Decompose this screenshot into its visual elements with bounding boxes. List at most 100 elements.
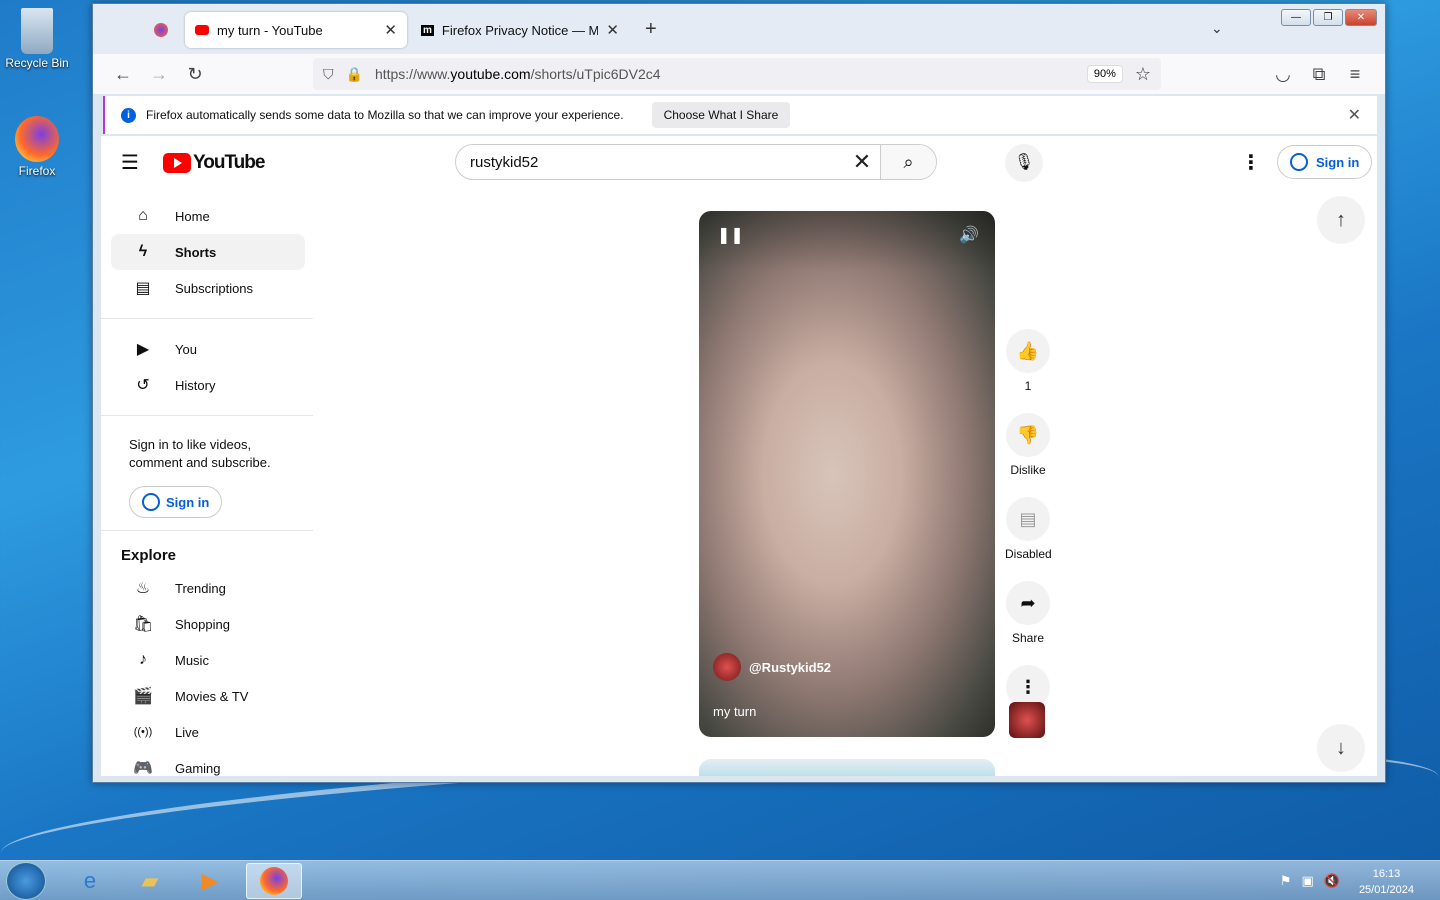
volume-muted-icon[interactable]: 🔇 xyxy=(1324,873,1340,889)
channel-info[interactable]: @Rustykid52 xyxy=(713,653,831,681)
taskbar-explorer-folder-icon[interactable]: ▰ xyxy=(122,863,178,899)
live-broadcast-icon: ((•)) xyxy=(133,726,153,738)
shopping-bag-icon: 🛍 xyxy=(133,616,154,633)
url-domain: youtube.com xyxy=(450,66,531,82)
network-icon[interactable]: ▣ xyxy=(1302,873,1314,889)
sidebar-item-live[interactable]: ((•)) Live xyxy=(111,714,305,750)
shield-icon[interactable]: ⛉ xyxy=(323,66,334,83)
window-controls: — ❐ ✕ xyxy=(1281,9,1377,26)
thumbs-up-icon[interactable]: 👍 xyxy=(1006,329,1050,373)
sidebar-item-shorts[interactable]: ϟ Shorts xyxy=(111,234,305,270)
close-notice-icon[interactable]: ✕ xyxy=(1348,105,1361,125)
close-tab-icon[interactable]: ✕ xyxy=(606,21,619,39)
close-tab-icon[interactable]: ✕ xyxy=(384,21,397,39)
tab-youtube[interactable]: my turn - YouTube ✕ xyxy=(185,12,407,48)
next-short-preview[interactable] xyxy=(699,759,995,776)
back-icon[interactable]: ← xyxy=(105,64,141,85)
account-circle-icon xyxy=(142,493,160,511)
forward-icon[interactable]: → xyxy=(141,64,177,85)
sidebar-item-music[interactable]: ♪ Music xyxy=(111,642,305,678)
next-short-down-arrow-icon[interactable]: ↓ xyxy=(1317,724,1365,772)
menu-icon[interactable]: ≡ xyxy=(1337,64,1373,85)
gamepad-icon: 🎮 xyxy=(133,760,153,776)
comments-action[interactable]: ▤ Disabled xyxy=(1005,497,1052,561)
list-tabs-chevron-icon[interactable]: ⌄ xyxy=(1211,20,1223,37)
sidebar-label: Live xyxy=(175,724,199,740)
close-window-button[interactable]: ✕ xyxy=(1345,9,1377,26)
youtube-logo-text: YouTube xyxy=(193,152,265,173)
voice-search-mic-icon[interactable]: 🎙 xyxy=(1005,144,1043,182)
sidebar-item-history[interactable]: ↺ History xyxy=(111,367,305,403)
recycle-bin-desktop-icon[interactable]: Recycle Bin xyxy=(2,8,72,70)
share-action[interactable]: ➦ Share xyxy=(1005,581,1051,645)
pause-icon[interactable]: ❚❚ xyxy=(717,225,744,245)
sidebar-item-shopping[interactable]: 🛍 Shopping xyxy=(111,606,305,642)
sidebar-label: Home xyxy=(175,208,210,224)
sidebar-label: You xyxy=(175,341,197,357)
volume-icon[interactable]: 🔊 xyxy=(959,225,979,245)
sign-in-prompt-text: Sign in to like videos, comment and subs… xyxy=(129,437,271,470)
search-box[interactable]: rustykid52 ✕ ⌕ xyxy=(455,144,937,180)
taskbar-firefox-icon[interactable] xyxy=(246,863,302,899)
lock-icon[interactable]: 🔒 xyxy=(346,66,363,83)
maximize-button[interactable]: ❐ xyxy=(1313,9,1343,26)
sidebar-divider xyxy=(101,530,313,531)
taskbar-clock[interactable]: 16:13 25/01/2024 xyxy=(1359,866,1414,898)
tab-pinned-firefox[interactable] xyxy=(139,12,183,48)
share-arrow-icon[interactable]: ➦ xyxy=(1006,581,1050,625)
guide-menu-icon[interactable]: ☰ xyxy=(121,150,139,175)
like-action[interactable]: 👍 1 xyxy=(1005,329,1051,393)
settings-more-icon[interactable]: ⋮ xyxy=(1241,150,1261,175)
like-count: 1 xyxy=(1024,379,1032,393)
previous-short-up-arrow-icon[interactable]: ↑ xyxy=(1317,196,1365,244)
firefox-tab-icon xyxy=(154,23,168,37)
start-button[interactable] xyxy=(6,862,46,900)
sidebar-item-movies-tv[interactable]: 🎬 Movies & TV xyxy=(111,678,305,714)
taskbar-ie-icon[interactable]: e xyxy=(62,863,118,899)
pocket-icon[interactable]: ◡ xyxy=(1265,64,1301,85)
sidebar-item-you[interactable]: ▶ You xyxy=(111,331,305,367)
comment-icon[interactable]: ▤ xyxy=(1006,497,1050,541)
channel-thumbnail[interactable] xyxy=(1009,702,1045,738)
sidebar-item-subscriptions[interactable]: ▤ Subscriptions xyxy=(111,270,305,306)
new-tab-icon[interactable]: + xyxy=(645,18,657,41)
sign-in-button-sidebar[interactable]: Sign in xyxy=(129,486,223,518)
url-bar[interactable]: ⛉ 🔒 https://www.youtube.com/shorts/uTpic… xyxy=(313,58,1161,90)
tab-privacy-notice[interactable]: m Firefox Privacy Notice — Mozill ✕ xyxy=(411,12,629,48)
zoom-badge[interactable]: 90% xyxy=(1086,65,1123,83)
recycle-bin-label: Recycle Bin xyxy=(5,56,69,70)
telemetry-notice-bar: i Firefox automatically sends some data … xyxy=(103,96,1377,134)
channel-handle[interactable]: @Rustykid52 xyxy=(749,660,831,675)
tab-privacy-label: Firefox Privacy Notice — Mozill xyxy=(441,22,599,38)
url-path: /shorts/uTpic6DV2c4 xyxy=(530,66,661,82)
firefox-desktop-icon[interactable]: Firefox xyxy=(2,116,72,178)
subscriptions-icon: ▤ xyxy=(135,280,151,297)
thumbs-down-icon[interactable]: 👎 xyxy=(1006,413,1050,457)
short-video-player[interactable]: ❚❚ 🔊 @Rustykid52 my turn xyxy=(699,211,995,737)
url-text[interactable]: https://www.youtube.com/shorts/uTpic6DV2… xyxy=(375,66,661,82)
extensions-icon[interactable]: ⧉ xyxy=(1301,64,1337,85)
youtube-logo[interactable]: YouTube xyxy=(163,152,265,174)
clear-search-icon[interactable]: ✕ xyxy=(844,149,880,175)
dislike-action[interactable]: 👎 Dislike xyxy=(1005,413,1051,477)
you-channel-icon: ▶ xyxy=(136,341,150,358)
notice-text: Firefox automatically sends some data to… xyxy=(146,108,624,122)
search-button[interactable]: ⌕ xyxy=(880,145,936,179)
action-center-flag-icon[interactable]: ⚑ xyxy=(1280,873,1292,889)
minimize-button[interactable]: — xyxy=(1281,9,1311,26)
reload-icon[interactable]: ↻ xyxy=(177,64,213,85)
sidebar-item-gaming[interactable]: 🎮 Gaming xyxy=(111,750,305,776)
choose-what-i-share-button[interactable]: Choose What I Share xyxy=(651,102,791,128)
bookmark-star-icon[interactable]: ☆ xyxy=(1135,64,1151,85)
search-input[interactable]: rustykid52 xyxy=(470,154,538,171)
sidebar-item-home[interactable]: ⌂ Home xyxy=(111,198,305,234)
tab-strip: my turn - YouTube ✕ m Firefox Privacy No… xyxy=(93,4,1385,54)
clock-time: 16:13 xyxy=(1372,868,1401,880)
clock-date: 25/01/2024 xyxy=(1358,884,1414,896)
taskbar-media-player-icon[interactable]: ▶ xyxy=(182,863,238,899)
sign-in-button-header[interactable]: Sign in xyxy=(1277,145,1373,179)
sidebar-item-trending[interactable]: ♨ Trending xyxy=(111,570,305,606)
history-icon: ↺ xyxy=(136,377,150,394)
channel-avatar[interactable] xyxy=(713,653,741,681)
sidebar: ⌂ Home ϟ Shorts ▤ Subscriptions ▶ You ↺ Histo… xyxy=(101,192,313,776)
